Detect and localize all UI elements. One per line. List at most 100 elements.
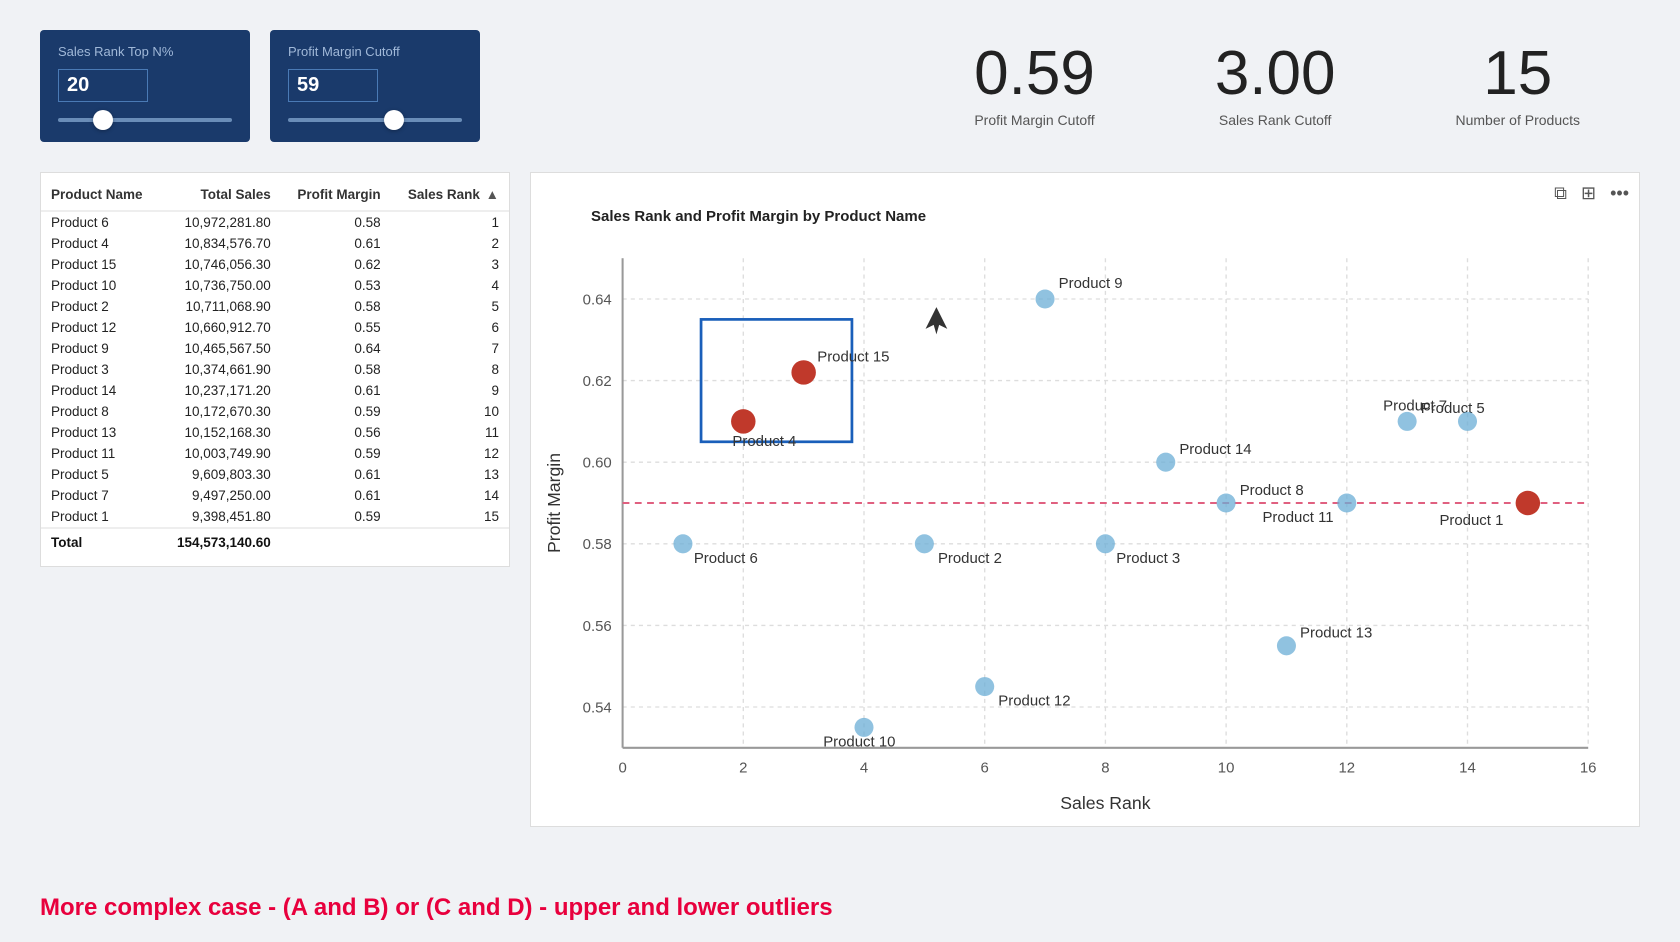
svg-text:8: 8	[1101, 759, 1109, 776]
table-row: Product 13 10,152,168.30 0.56 11	[41, 422, 509, 443]
table-section: Product Name Total Sales Profit Margin S…	[40, 172, 510, 567]
cell-name: Product 3	[41, 359, 160, 380]
profit-margin-thumb[interactable]	[384, 110, 404, 130]
cell-rank: 14	[391, 485, 509, 506]
scatter-point[interactable]	[1217, 493, 1236, 512]
cell-sales: 10,374,661.90	[160, 359, 281, 380]
sales-rank-thumb[interactable]	[93, 110, 113, 130]
svg-text:0.54: 0.54	[583, 699, 612, 716]
cell-margin: 0.61	[281, 233, 391, 254]
svg-text:0.62: 0.62	[583, 373, 612, 390]
svg-text:4: 4	[860, 759, 868, 776]
cell-margin: 0.59	[281, 443, 391, 464]
svg-text:14: 14	[1459, 759, 1476, 776]
cell-sales: 10,736,750.00	[160, 275, 281, 296]
table-row: Product 5 9,609,803.30 0.61 13	[41, 464, 509, 485]
cell-margin: 0.61	[281, 485, 391, 506]
cell-sales: 9,497,250.00	[160, 485, 281, 506]
kpi-sales-rank-value: 3.00	[1215, 40, 1336, 108]
cell-margin: 0.56	[281, 422, 391, 443]
svg-text:0.64: 0.64	[583, 291, 612, 308]
cell-name: Product 12	[41, 317, 160, 338]
chart-title: Sales Rank and Profit Margin by Product …	[541, 208, 1629, 225]
cell-sales: 10,152,168.30	[160, 422, 281, 443]
cell-name: Product 8	[41, 401, 160, 422]
cell-name: Product 2	[41, 296, 160, 317]
svg-text:2: 2	[739, 759, 747, 776]
scatter-label: Product 15	[817, 349, 889, 366]
table-row: Product 8 10,172,670.30 0.59 10	[41, 401, 509, 422]
scatter-point[interactable]	[915, 534, 934, 553]
scatter-point[interactable]	[1277, 636, 1296, 655]
kpi-profit-margin-value: 0.59	[974, 40, 1095, 108]
scatter-point[interactable]	[791, 360, 815, 384]
scatter-point[interactable]	[1156, 453, 1175, 472]
more-icon[interactable]: •••	[1610, 183, 1629, 204]
scatter-point[interactable]	[1458, 412, 1477, 431]
cell-name: Product 15	[41, 254, 160, 275]
cell-name: Product 1	[41, 506, 160, 528]
scatter-point[interactable]	[1036, 289, 1055, 308]
table-header-row: Product Name Total Sales Profit Margin S…	[41, 183, 509, 211]
kpi-num-products: 15 Number of Products	[1396, 30, 1641, 138]
table-row: Product 3 10,374,661.90 0.58 8	[41, 359, 509, 380]
cell-name: Product 14	[41, 380, 160, 401]
table-row: Product 7 9,497,250.00 0.61 14	[41, 485, 509, 506]
cell-rank: 5	[391, 296, 509, 317]
cell-margin: 0.58	[281, 359, 391, 380]
cell-rank: 11	[391, 422, 509, 443]
cell-margin: 0.61	[281, 464, 391, 485]
cell-rank: 8	[391, 359, 509, 380]
svg-text:10: 10	[1218, 759, 1235, 776]
cell-rank: 4	[391, 275, 509, 296]
cell-rank: 9	[391, 380, 509, 401]
scatter-point[interactable]	[975, 677, 994, 696]
table-row: Product 15 10,746,056.30 0.62 3	[41, 254, 509, 275]
svg-text:Profit Margin: Profit Margin	[544, 453, 564, 553]
bottom-text: More complex case - (A and B) or (C and …	[40, 894, 1640, 922]
scatter-point[interactable]	[673, 534, 692, 553]
profit-margin-label: Profit Margin Cutoff	[288, 44, 462, 59]
cell-sales: 10,465,567.50	[160, 338, 281, 359]
scatter-point[interactable]	[1337, 493, 1356, 512]
table-row: Product 6 10,972,281.80 0.58 1	[41, 211, 509, 233]
kpi-section: 0.59 Profit Margin Cutoff 3.00 Sales Ran…	[540, 30, 1640, 138]
cell-sales: 10,660,912.70	[160, 317, 281, 338]
cell-name: Product 4	[41, 233, 160, 254]
sales-rank-control: Sales Rank Top N%	[40, 30, 250, 142]
scatter-label: Product 12	[998, 693, 1070, 710]
table-row: Product 1 9,398,451.80 0.59 15	[41, 506, 509, 528]
cell-margin: 0.62	[281, 254, 391, 275]
kpi-profit-margin: 0.59 Profit Margin Cutoff	[914, 30, 1155, 138]
cell-margin: 0.64	[281, 338, 391, 359]
scatter-label: Product 1	[1439, 512, 1503, 529]
filter-icon[interactable]: ⧉	[1554, 183, 1567, 204]
cell-sales: 9,398,451.80	[160, 506, 281, 528]
scatter-point[interactable]	[1516, 491, 1540, 515]
kpi-sales-rank-label: Sales Rank Cutoff	[1215, 112, 1336, 128]
svg-text:16: 16	[1580, 759, 1597, 776]
scatter-label: Product 13	[1300, 625, 1372, 642]
col-product-name: Product Name	[41, 183, 160, 211]
scatter-label: Product 9	[1059, 275, 1123, 292]
table-footer-row: Total 154,573,140.60	[41, 528, 509, 556]
cell-name: Product 10	[41, 275, 160, 296]
kpi-profit-margin-label: Profit Margin Cutoff	[974, 112, 1095, 128]
export-icon[interactable]: ⊞	[1581, 183, 1596, 204]
scatter-point[interactable]	[1398, 412, 1417, 431]
cell-name: Product 13	[41, 422, 160, 443]
scatter-label: Product 8	[1240, 482, 1304, 499]
cell-sales: 10,003,749.90	[160, 443, 281, 464]
sales-rank-input[interactable]	[58, 69, 148, 102]
scatter-point[interactable]	[1096, 534, 1115, 553]
cell-rank: 10	[391, 401, 509, 422]
scatter-point[interactable]	[731, 409, 755, 433]
cell-margin: 0.61	[281, 380, 391, 401]
sales-rank-label: Sales Rank Top N%	[58, 44, 232, 59]
table-row: Product 14 10,237,171.20 0.61 9	[41, 380, 509, 401]
cell-margin: 0.59	[281, 401, 391, 422]
cell-margin: 0.55	[281, 317, 391, 338]
profit-margin-input[interactable]	[288, 69, 378, 102]
cell-rank: 1	[391, 211, 509, 233]
col-profit-margin: Profit Margin	[281, 183, 391, 211]
